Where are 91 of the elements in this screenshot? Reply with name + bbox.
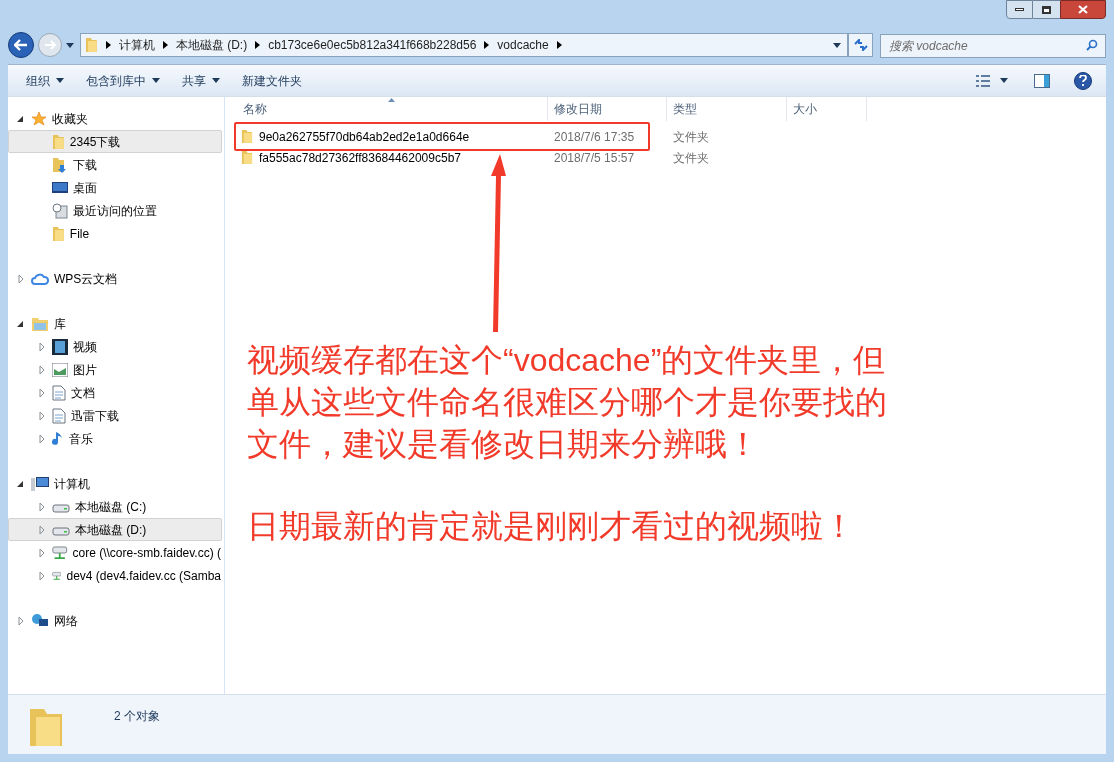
nav-item[interactable]: core (\\core-smb.faidev.cc) (: [8, 541, 222, 564]
column-header[interactable]: 修改日期: [548, 97, 667, 121]
nav-item[interactable]: 桌面: [8, 176, 222, 199]
picture-icon: [52, 362, 68, 377]
nav-item[interactable]: File: [8, 222, 222, 245]
music-note-icon: [52, 430, 64, 447]
folder-icon: [85, 37, 98, 53]
chevron-icon: [255, 41, 261, 49]
computer-icon: [31, 475, 49, 492]
chevron-icon: [484, 41, 490, 49]
breadcrumb[interactable]: 计算机: [118, 36, 155, 54]
chevron-icon: [556, 41, 562, 49]
search-icon: [1086, 39, 1098, 51]
folder-icon: [52, 133, 65, 150]
nav-item[interactable]: 视频: [8, 335, 222, 358]
desktop-icon: [52, 180, 68, 195]
download-folder-icon: [52, 156, 68, 173]
help-icon: [1079, 75, 1087, 86]
nav-item[interactable]: 本地磁盘 (D:): [8, 518, 222, 541]
folder-icon: [28, 707, 64, 747]
breadcrumb[interactable]: 本地磁盘 (D:): [175, 36, 248, 54]
folder-icon: [52, 225, 65, 242]
star-icon: [31, 110, 47, 127]
library-icon: [31, 315, 49, 332]
annotation-text: 日期最新的肯定就是刚刚才看过的视频啦！: [247, 507, 856, 546]
folder-icon: [241, 129, 253, 144]
nav-item[interactable]: 图片: [8, 358, 222, 381]
help-button[interactable]: [1074, 71, 1092, 90]
expand-arrow-icon[interactable]: [37, 524, 47, 535]
nav-group[interactable]: 计算机: [8, 472, 224, 495]
breadcrumb[interactable]: cb173ce6e0ec5b812a341f668b228d56: [268, 36, 477, 54]
nav-item[interactable]: 2345下载: [8, 130, 222, 153]
maximize-button[interactable]: [1033, 0, 1060, 19]
nav-item[interactable]: 音乐: [8, 427, 222, 450]
chevron-icon: [105, 41, 111, 49]
back-button[interactable]: [8, 32, 34, 58]
file-row[interactable]: fa555ac78d27362ff83684462009c5b7 2018/7/5 15:57 文件夹: [241, 147, 1106, 168]
refresh-button[interactable]: [848, 33, 873, 57]
expand-arrow-icon[interactable]: [37, 501, 47, 512]
history-caret-icon: [66, 42, 74, 48]
expand-arrow-icon[interactable]: [37, 387, 47, 398]
toolbar-button[interactable]: 共享: [174, 68, 228, 93]
nav-group[interactable]: WPS云文档: [8, 267, 224, 290]
network-icon: [31, 612, 49, 629]
expand-arrow-icon[interactable]: [37, 433, 47, 444]
close-button[interactable]: [1060, 0, 1106, 19]
network-drive-icon: [52, 544, 68, 561]
nav-item[interactable]: 下载: [8, 153, 222, 176]
nav-item[interactable]: 迅雷下载: [8, 404, 222, 427]
nav-item[interactable]: 本地磁盘 (C:): [8, 495, 222, 518]
right-arrow-icon: [44, 40, 56, 50]
expand-arrow-icon[interactable]: [37, 570, 47, 581]
column-header[interactable]: 名称: [237, 97, 548, 121]
left-arrow-icon: [14, 39, 28, 51]
item-count: 2 个对象: [114, 708, 160, 725]
refresh-icon: [853, 39, 868, 51]
film-icon: [52, 338, 68, 355]
nav-group[interactable]: 收藏夹: [8, 107, 224, 130]
expand-arrow-icon[interactable]: [37, 547, 47, 558]
search-field[interactable]: 搜索 vodcache: [880, 34, 1106, 58]
nav-group[interactable]: 库: [8, 312, 224, 335]
close-icon: [1078, 5, 1088, 14]
sort-arrow-icon: [388, 98, 395, 102]
document-icon: [52, 407, 66, 424]
document-icon: [52, 384, 66, 401]
expand-arrow-icon[interactable]: [37, 341, 47, 352]
nav-item[interactable]: 文档: [8, 381, 222, 404]
cloud-icon: [31, 271, 49, 286]
nav-item[interactable]: 最近访问的位置: [8, 199, 222, 222]
minimize-button[interactable]: [1006, 0, 1033, 19]
toolbar-button[interactable]: 新建文件夹: [234, 68, 310, 93]
address-field[interactable]: 计算机 本地磁盘 (D:) cb173ce6e0ec5b812a341f668b228d56 vodcache: [80, 33, 848, 57]
chevron-icon: [162, 41, 168, 49]
nav-item[interactable]: dev4 (dev4.faidev.cc (Samba: [8, 564, 222, 587]
breadcrumb[interactable]: vodcache: [497, 36, 549, 54]
expand-arrow-icon[interactable]: [16, 615, 26, 626]
file-row[interactable]: 9e0a262755f70db64ab2ed2e1a0d664e 2018/7/6 17:35 文件夹: [241, 126, 1106, 147]
expand-arrow-icon[interactable]: [37, 364, 47, 375]
toolbar-button[interactable]: 组织: [18, 68, 72, 93]
address-dropdown-icon: [833, 42, 841, 48]
expand-arrow-icon[interactable]: [16, 273, 26, 284]
folder-icon: [241, 150, 253, 165]
caret-icon: [1000, 78, 1008, 83]
annotation-text: 视频缓存都在这个“vodcache”的文件夹里，但单从这些文件命名很难区分哪个才是你要找的文件，建议是看修改日期来分辨哦！: [247, 341, 888, 464]
column-header[interactable]: 类型: [667, 97, 787, 121]
details-view-icon: [976, 74, 990, 87]
expand-arrow-icon[interactable]: [37, 410, 47, 421]
column-header[interactable]: 大小: [787, 97, 867, 121]
toolbar-button[interactable]: 包含到库中: [78, 68, 168, 93]
nav-group[interactable]: 网络: [8, 609, 224, 632]
preview-pane-icon: [1034, 73, 1050, 88]
